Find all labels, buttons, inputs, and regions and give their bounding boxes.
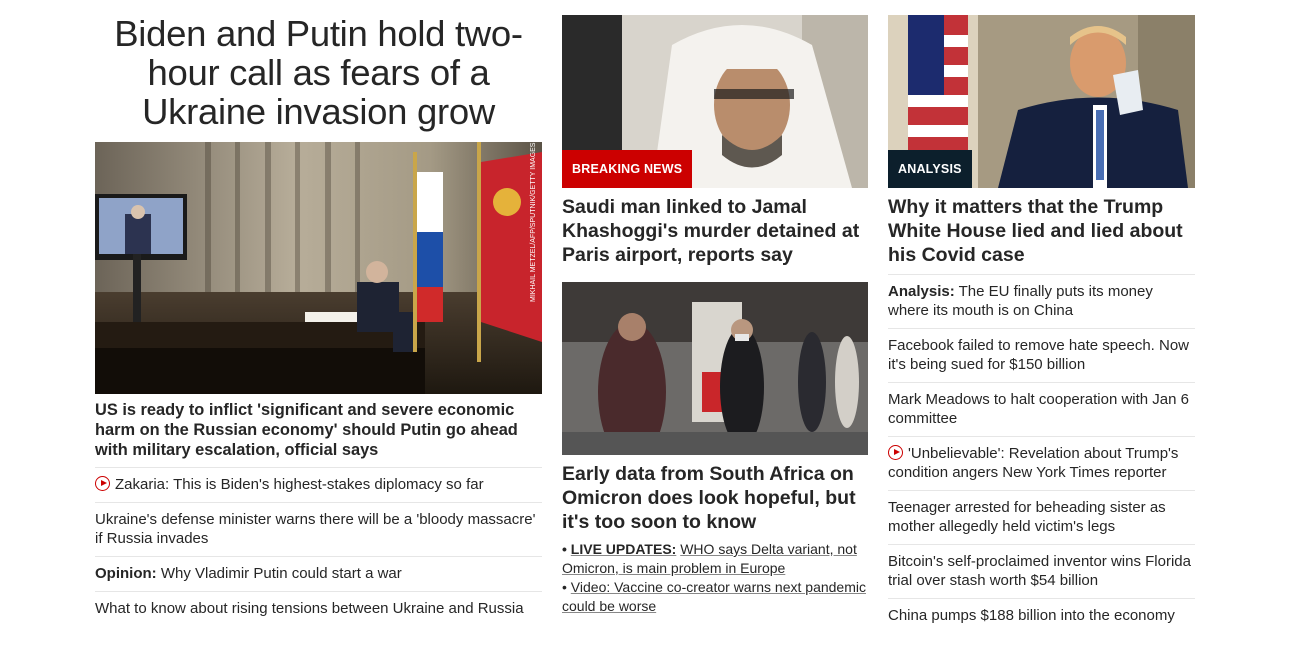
lead-photo[interactable]: MIKHAIL METZEL/AFP/SPUTNIK/GETTY IMAGES xyxy=(95,142,542,394)
list-item-text: Facebook failed to remove hate speech. N… xyxy=(888,337,1190,373)
omicron-headline[interactable]: Early data from South Africa on Omicron … xyxy=(562,462,868,534)
live-updates-label: LIVE UPDATES: xyxy=(570,541,677,557)
lead-related-list: Zakaria: This is Biden's highest-stakes … xyxy=(95,467,542,626)
lead-story-column: Biden and Putin hold two-hour call as fe… xyxy=(95,0,542,649)
video-link[interactable]: • Video: Vaccine co-creator warns next p… xyxy=(562,578,868,616)
list-item-text: China pumps $188 billion into the econom… xyxy=(888,607,1175,624)
list-item-text: Ukraine's defense minister warns there w… xyxy=(95,511,536,547)
lead-subheadline[interactable]: US is ready to inflict 'significant and … xyxy=(95,400,542,460)
khashoggi-headline[interactable]: Saudi man linked to Jamal Khashoggi's mu… xyxy=(562,195,868,267)
list-item-text: Why Vladimir Putin could start a war xyxy=(160,565,402,582)
list-item-prefix: Opinion: xyxy=(95,565,157,582)
list-item-text: Mark Meadows to halt cooperation with Ja… xyxy=(888,391,1189,427)
khashoggi-card-image[interactable]: BREAKING NEWS xyxy=(562,15,868,188)
list-item-prefix: Analysis: xyxy=(888,283,955,300)
list-item[interactable]: Facebook failed to remove hate speech. N… xyxy=(888,328,1195,382)
lead-headline[interactable]: Biden and Putin hold two-hour call as fe… xyxy=(95,14,542,136)
omicron-bullets: • LIVE UPDATES: WHO says Delta variant, … xyxy=(562,540,868,616)
list-item[interactable]: Teenager arrested for beheading sister a… xyxy=(888,490,1195,544)
photo-credit: MIKHAIL METZEL/AFP/SPUTNIK/GETTY IMAGES xyxy=(530,142,537,302)
middle-column: BREAKING NEWS Saudi man linked to Jamal … xyxy=(562,0,868,649)
list-item-text: Zakaria: This is Biden's highest-stakes … xyxy=(115,476,484,493)
live-updates-link[interactable]: • LIVE UPDATES: WHO says Delta variant, … xyxy=(562,540,868,578)
list-item[interactable]: Opinion: Why Vladimir Putin could start … xyxy=(95,556,542,591)
right-related-list: Analysis: The EU finally puts its money … xyxy=(888,274,1195,633)
list-item-text: Teenager arrested for beheading sister a… xyxy=(888,499,1166,535)
omicron-card-image[interactable] xyxy=(562,282,868,455)
list-item-text: Bitcoin's self-proclaimed inventor wins … xyxy=(888,553,1191,589)
putin-video-call-image: MIKHAIL METZEL/AFP/SPUTNIK/GETTY IMAGES xyxy=(95,142,542,394)
right-column: ANALYSIS Why it matters that the Trump W… xyxy=(888,0,1195,649)
list-item[interactable]: Zakaria: This is Biden's highest-stakes … xyxy=(95,467,542,502)
list-item[interactable]: China pumps $188 billion into the econom… xyxy=(888,598,1195,633)
masked-pedestrians-image xyxy=(562,282,868,455)
list-item-text: 'Unbelievable': Revelation about Trump's… xyxy=(888,445,1179,481)
trump-headline[interactable]: Why it matters that the Trump White Hous… xyxy=(888,195,1195,267)
analysis-badge: ANALYSIS xyxy=(888,150,972,188)
list-item[interactable]: What to know about rising tensions betwe… xyxy=(95,591,542,626)
play-icon xyxy=(95,476,110,491)
list-item[interactable]: Bitcoin's self-proclaimed inventor wins … xyxy=(888,544,1195,598)
list-item[interactable]: Analysis: The EU finally puts its money … xyxy=(888,274,1195,328)
list-item[interactable]: 'Unbelievable': Revelation about Trump's… xyxy=(888,436,1195,490)
list-item-text: What to know about rising tensions betwe… xyxy=(95,600,524,617)
trump-card-image[interactable]: ANALYSIS xyxy=(888,15,1195,188)
video-link-text: Video: Vaccine co-creator warns next pan… xyxy=(562,579,866,614)
list-item[interactable]: Ukraine's defense minister warns there w… xyxy=(95,502,542,556)
list-item[interactable]: Mark Meadows to halt cooperation with Ja… xyxy=(888,382,1195,436)
play-icon xyxy=(888,445,903,460)
breaking-news-badge: BREAKING NEWS xyxy=(562,150,693,188)
